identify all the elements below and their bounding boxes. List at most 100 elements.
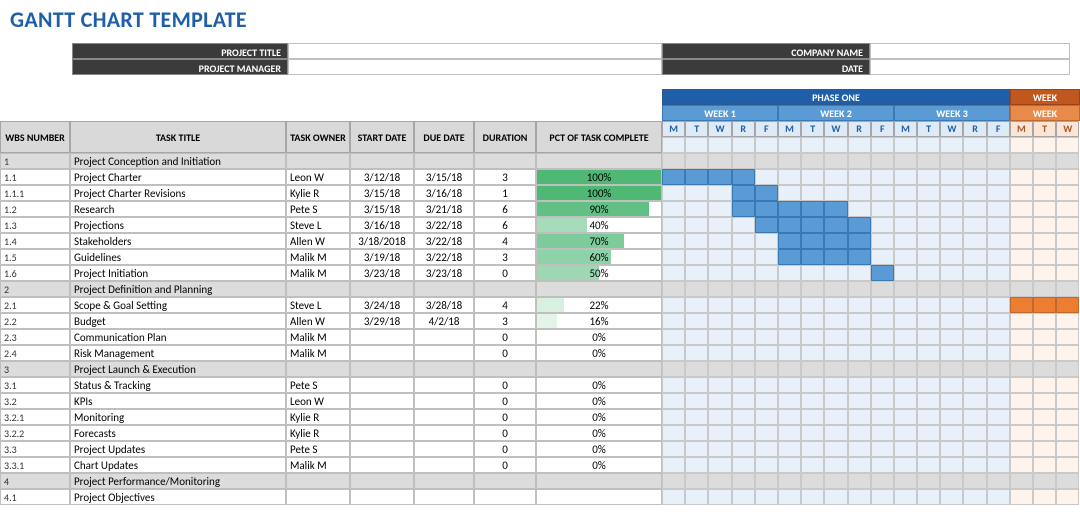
table-row[interactable]: 1.2ResearchPete S3/15/183/21/18690% <box>0 201 662 217</box>
cell-duration[interactable] <box>474 153 536 169</box>
cell-due[interactable]: 4/2/18 <box>414 313 474 329</box>
cell-wbs[interactable]: 1.2 <box>0 201 70 217</box>
cell-start[interactable] <box>350 425 414 441</box>
cell-due[interactable] <box>414 409 474 425</box>
cell-title[interactable]: KPIs <box>70 393 286 409</box>
cell-title[interactable]: Project Performance/Monitoring <box>70 473 286 489</box>
cell-due[interactable] <box>414 329 474 345</box>
cell-start[interactable]: 3/12/18 <box>350 169 414 185</box>
cell-title[interactable]: Budget <box>70 313 286 329</box>
cell-wbs[interactable]: 4 <box>0 473 70 489</box>
cell-duration[interactable] <box>474 281 536 297</box>
cell-pct[interactable]: 60% <box>536 249 662 265</box>
cell-due[interactable] <box>414 393 474 409</box>
cell-owner[interactable]: Malik M <box>286 329 350 345</box>
cell-start[interactable] <box>350 377 414 393</box>
cell-title[interactable]: Research <box>70 201 286 217</box>
cell-duration[interactable] <box>474 473 536 489</box>
cell-wbs[interactable]: 3.3.1 <box>0 457 70 473</box>
section-row[interactable]: 3Project Launch & Execution <box>0 361 662 377</box>
cell-wbs[interactable]: 3.2.2 <box>0 425 70 441</box>
cell-duration[interactable]: 0 <box>474 345 536 361</box>
cell-owner[interactable]: Malik M <box>286 345 350 361</box>
cell-wbs[interactable]: 2 <box>0 281 70 297</box>
cell-start[interactable] <box>350 441 414 457</box>
table-row[interactable]: 1.5GuidelinesMalik M3/19/183/22/18360% <box>0 249 662 265</box>
cell-due[interactable] <box>414 377 474 393</box>
cell-wbs[interactable]: 4.1 <box>0 489 70 505</box>
cell-start[interactable] <box>350 329 414 345</box>
cell-due[interactable] <box>414 361 474 377</box>
cell-owner[interactable]: Leon W <box>286 393 350 409</box>
cell-due[interactable]: 3/22/18 <box>414 217 474 233</box>
cell-pct[interactable]: 0% <box>536 393 662 409</box>
cell-wbs[interactable]: 2.2 <box>0 313 70 329</box>
cell-duration[interactable]: 4 <box>474 233 536 249</box>
cell-start[interactable] <box>350 361 414 377</box>
cell-duration[interactable]: 0 <box>474 457 536 473</box>
table-row[interactable]: 3.2KPIsLeon W 00% <box>0 393 662 409</box>
cell-start[interactable]: 3/15/18 <box>350 185 414 201</box>
cell-pct[interactable] <box>536 361 662 377</box>
cell-duration[interactable] <box>474 361 536 377</box>
cell-owner[interactable] <box>286 489 350 505</box>
cell-start[interactable]: 3/24/18 <box>350 297 414 313</box>
cell-duration[interactable]: 0 <box>474 393 536 409</box>
cell-pct[interactable]: 50% <box>536 265 662 281</box>
cell-due[interactable]: 3/21/18 <box>414 201 474 217</box>
cell-wbs[interactable]: 1.6 <box>0 265 70 281</box>
cell-owner[interactable] <box>286 473 350 489</box>
project-title-value[interactable] <box>288 43 662 59</box>
cell-start[interactable] <box>350 281 414 297</box>
cell-start[interactable] <box>350 457 414 473</box>
cell-wbs[interactable]: 3.2.1 <box>0 409 70 425</box>
table-row[interactable]: 2.3Communication PlanMalik M00% <box>0 329 662 345</box>
cell-owner[interactable]: Malik M <box>286 249 350 265</box>
cell-owner[interactable]: Kylie R <box>286 185 350 201</box>
cell-owner[interactable] <box>286 281 350 297</box>
date-value[interactable] <box>870 59 1070 75</box>
cell-wbs[interactable]: 3 <box>0 361 70 377</box>
cell-pct[interactable]: 0% <box>536 409 662 425</box>
cell-wbs[interactable]: 3.3 <box>0 441 70 457</box>
cell-title[interactable]: Project Charter Revisions <box>70 185 286 201</box>
cell-wbs[interactable]: 3.2 <box>0 393 70 409</box>
cell-due[interactable]: 3/16/18 <box>414 185 474 201</box>
cell-title[interactable]: Chart Updates <box>70 457 286 473</box>
cell-owner[interactable] <box>286 361 350 377</box>
cell-wbs[interactable]: 1.4 <box>0 233 70 249</box>
cell-start[interactable]: 3/15/18 <box>350 201 414 217</box>
table-row[interactable]: 3.3Project UpdatesPete S00% <box>0 441 662 457</box>
cell-due[interactable] <box>414 281 474 297</box>
cell-title[interactable]: Project Updates <box>70 441 286 457</box>
cell-pct[interactable]: 0% <box>536 345 662 361</box>
table-row[interactable]: 2.1Scope & Goal SettingSteve L3/24/183/2… <box>0 297 662 313</box>
cell-due[interactable]: 3/22/18 <box>414 249 474 265</box>
table-row[interactable]: 1.1Project CharterLeon W3/12/183/15/1831… <box>0 169 662 185</box>
cell-wbs[interactable]: 1.5 <box>0 249 70 265</box>
cell-pct[interactable] <box>536 153 662 169</box>
cell-due[interactable] <box>414 489 474 505</box>
cell-pct[interactable] <box>536 281 662 297</box>
cell-pct[interactable]: 40% <box>536 217 662 233</box>
cell-title[interactable]: Project Charter <box>70 169 286 185</box>
cell-due[interactable] <box>414 457 474 473</box>
cell-title[interactable]: Forecasts <box>70 425 286 441</box>
section-row[interactable]: 4Project Performance/Monitoring <box>0 473 662 489</box>
cell-title[interactable]: Project Initiation <box>70 265 286 281</box>
cell-duration[interactable]: 3 <box>474 249 536 265</box>
cell-owner[interactable] <box>286 153 350 169</box>
cell-duration[interactable]: 0 <box>474 441 536 457</box>
cell-title[interactable]: Scope & Goal Setting <box>70 297 286 313</box>
cell-pct[interactable] <box>536 473 662 489</box>
section-row[interactable]: 1Project Conception and Initiation <box>0 153 662 169</box>
cell-duration[interactable] <box>474 489 536 505</box>
cell-start[interactable] <box>350 473 414 489</box>
cell-pct[interactable]: 0% <box>536 377 662 393</box>
cell-duration[interactable]: 3 <box>474 169 536 185</box>
company-name-value[interactable] <box>870 43 1070 59</box>
cell-pct[interactable]: 22% <box>536 297 662 313</box>
cell-pct[interactable]: 16% <box>536 313 662 329</box>
cell-pct[interactable]: 0% <box>536 425 662 441</box>
cell-due[interactable]: 3/23/18 <box>414 265 474 281</box>
